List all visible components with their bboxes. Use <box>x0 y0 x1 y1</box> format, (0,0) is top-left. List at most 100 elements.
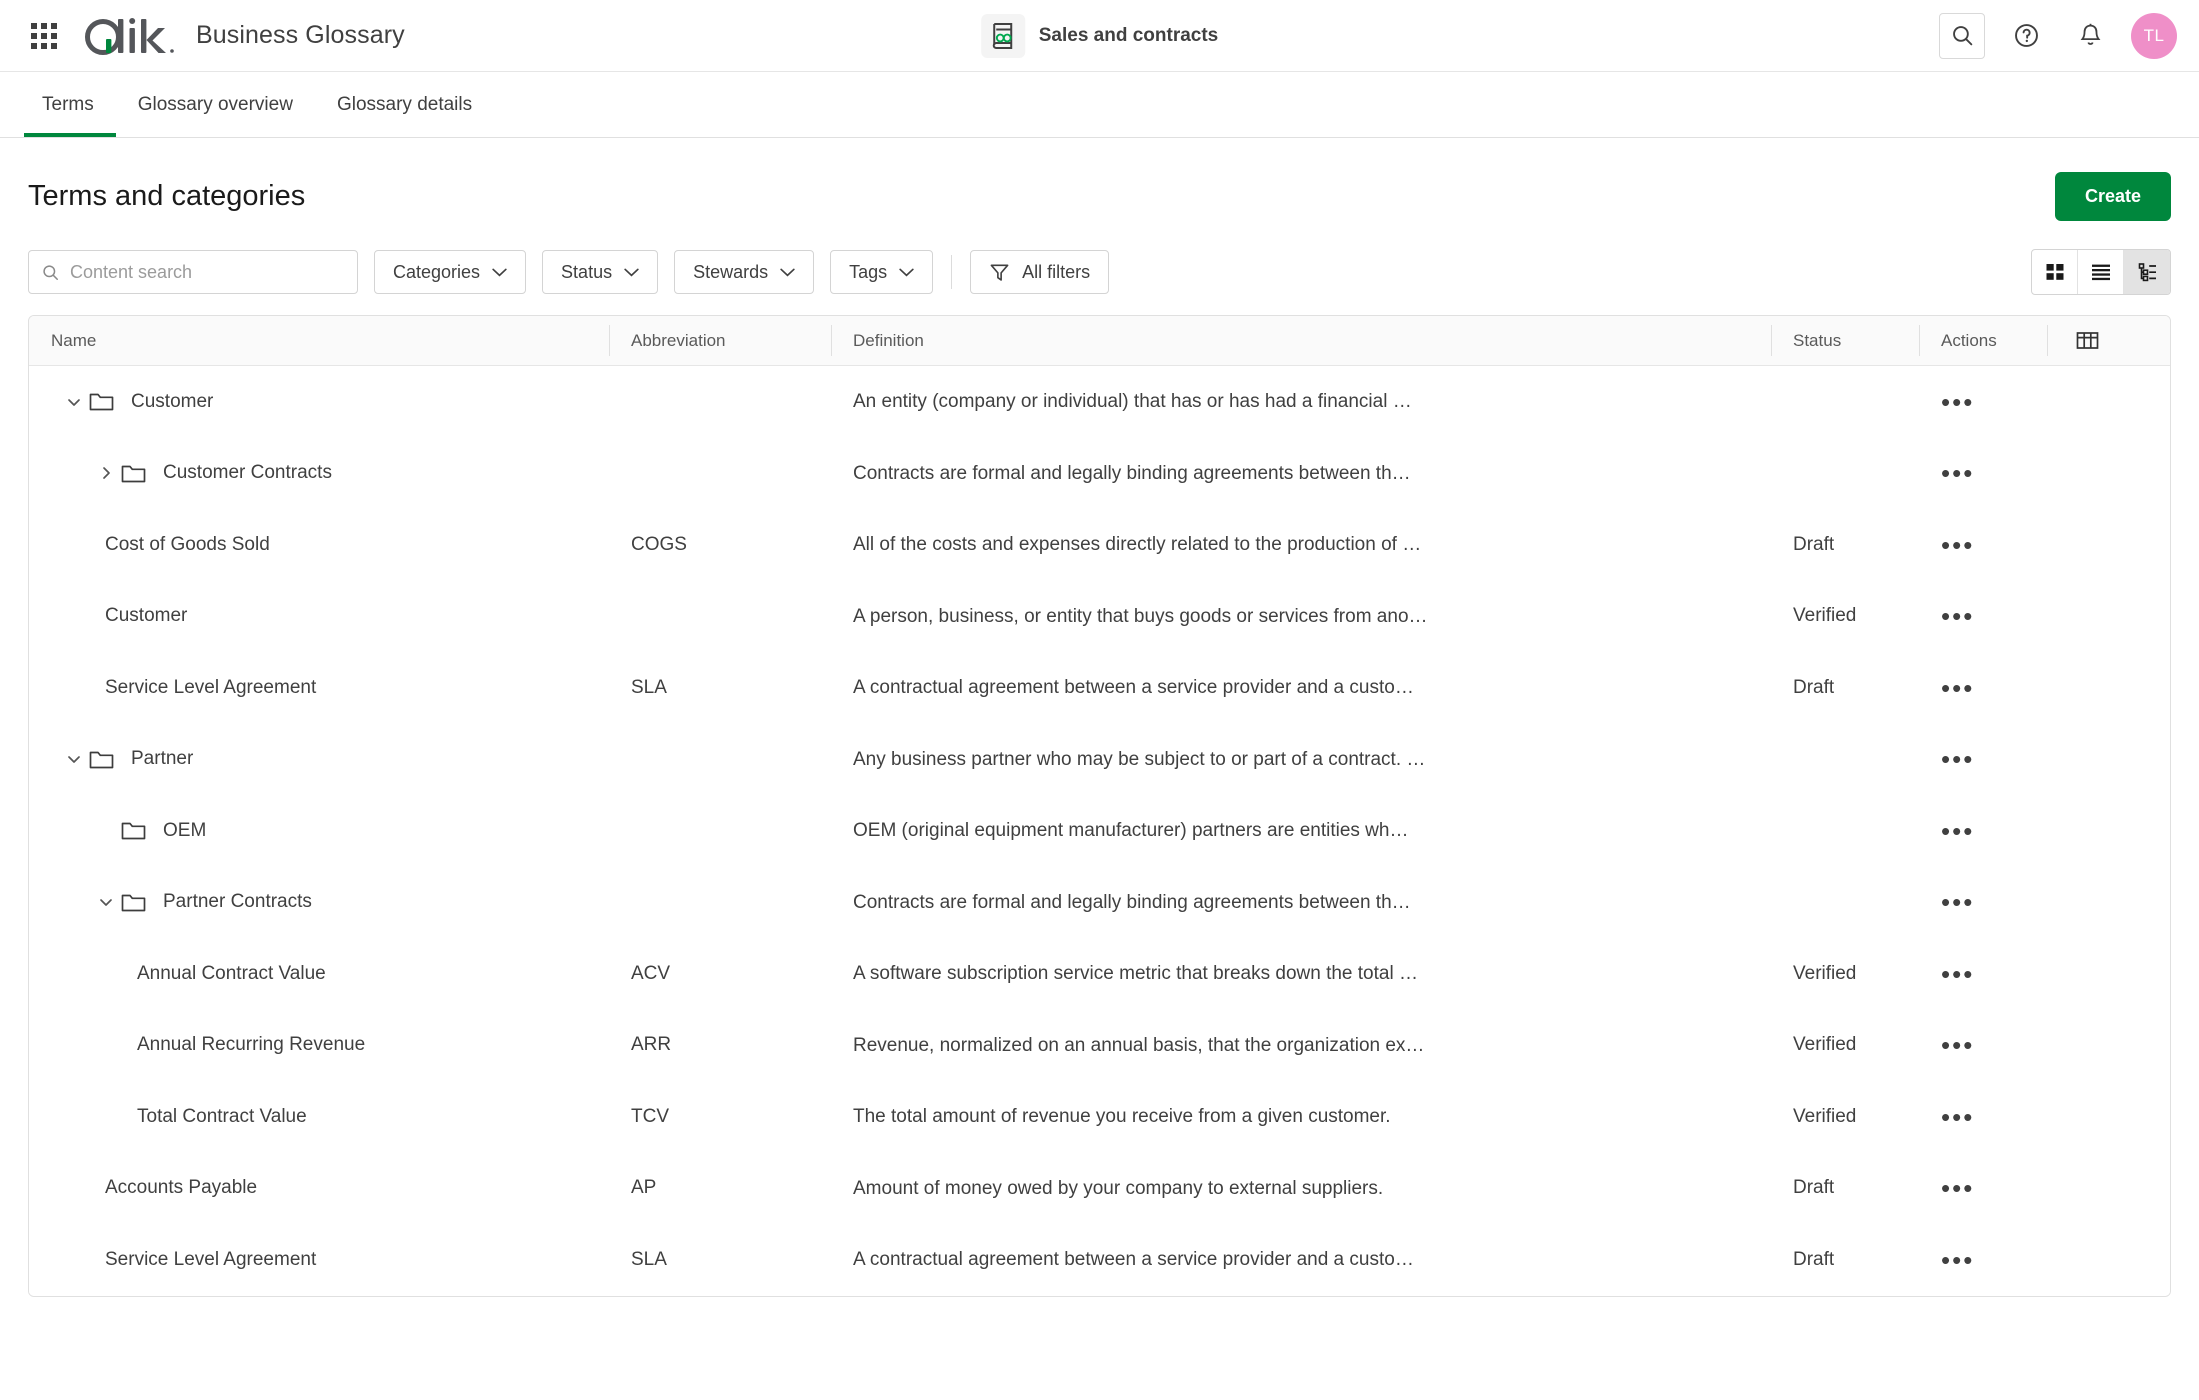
more-horizontal-icon[interactable]: ••• <box>1941 603 1974 629</box>
qlik-logo[interactable] <box>82 14 178 58</box>
status-badge <box>1771 438 1919 510</box>
tree-toggle[interactable] <box>59 387 89 417</box>
view-tree-button[interactable] <box>2124 250 2170 294</box>
search-icon <box>43 264 58 280</box>
user-avatar[interactable]: TL <box>2131 12 2177 59</box>
row-name-label[interactable]: Total Contract Value <box>137 1106 307 1128</box>
tab-glossary-details-label: Glossary details <box>336 93 473 115</box>
list-view-icon <box>2091 264 2110 281</box>
search-input[interactable] <box>70 261 345 283</box>
more-horizontal-icon[interactable]: ••• <box>1941 389 1974 415</box>
cell-actions: ••• <box>1919 509 2047 581</box>
more-horizontal-icon[interactable]: ••• <box>1941 1032 1974 1058</box>
column-header-status[interactable]: Status <box>1771 316 1919 365</box>
more-horizontal-icon[interactable]: ••• <box>1941 889 1974 915</box>
more-horizontal-icon[interactable]: ••• <box>1941 675 1974 701</box>
all-filters-button[interactable]: All filters <box>970 250 1110 294</box>
row-name-label[interactable]: Customer <box>105 605 187 627</box>
table-row[interactable]: Annual Contract Value ACV A software subsc… <box>29 938 2170 1010</box>
app-launcher-button[interactable] <box>22 14 66 58</box>
help-button[interactable] <box>2003 13 2049 59</box>
cell-spacer <box>2047 938 2127 1010</box>
filter-stewards-button[interactable]: Stewards <box>674 250 815 294</box>
cell-abbreviation <box>609 581 831 653</box>
cell-abbreviation: SLA <box>631 676 667 698</box>
more-horizontal-icon[interactable]: ••• <box>1941 961 1974 987</box>
cell-abbreviation: SLA <box>631 1248 667 1270</box>
row-name-label[interactable]: Service Level Agreement <box>105 677 316 699</box>
row-name-label[interactable]: Annual Recurring Revenue <box>137 1034 365 1056</box>
more-horizontal-icon[interactable]: ••• <box>1941 460 1974 486</box>
status-badge: Verified <box>1793 962 1857 984</box>
view-grid-button[interactable] <box>2032 250 2078 294</box>
row-name-label[interactable]: Partner <box>131 748 193 770</box>
row-name-label[interactable]: Partner Contracts <box>163 891 312 913</box>
table-row[interactable]: Cost of Goods Sold COGS All of the costs a… <box>29 509 2170 581</box>
more-horizontal-icon[interactable]: ••• <box>1941 746 1974 772</box>
table-row[interactable]: Customer A person, business, or entity th… <box>29 581 2170 653</box>
view-list-button[interactable] <box>2078 250 2124 294</box>
row-name-label[interactable]: Cost of Goods Sold <box>105 534 270 556</box>
cell-actions: ••• <box>1919 1081 2047 1153</box>
cell-abbreviation: ACV <box>631 962 671 984</box>
cell-actions: ••• <box>1919 795 2047 867</box>
cell-name: Customer Contracts <box>29 438 609 510</box>
filter-tags-button[interactable]: Tags <box>830 250 934 294</box>
row-name-label[interactable]: Annual Contract Value <box>137 963 326 985</box>
table-row[interactable]: Annual Recurring Revenue ARR Revenue, norm… <box>29 1010 2170 1082</box>
cell-definition: An entity (company or individual) that h… <box>853 391 1412 412</box>
cell-definition: Any business partner who may be subject … <box>853 748 1426 770</box>
status-badge: Draft <box>1793 1177 1835 1199</box>
status-badge: Verified <box>1793 1105 1857 1127</box>
table-row[interactable]: Customer An entity (company or individual… <box>29 366 2170 438</box>
chevron-down-icon <box>68 756 80 764</box>
table-row[interactable]: OEM OEM (original equipment manufacturer)… <box>29 795 2170 867</box>
content-search-box[interactable] <box>28 250 358 294</box>
cell-spacer <box>2047 795 2127 867</box>
filter-categories-label: Categories <box>393 261 481 282</box>
table-row[interactable]: Total Contract Value TCV The total amount … <box>29 1081 2170 1153</box>
more-horizontal-icon[interactable]: ••• <box>1941 532 1974 558</box>
grid-view-icon <box>2046 264 2063 280</box>
folder-icon <box>121 822 146 840</box>
create-button[interactable]: Create <box>2054 172 2171 221</box>
cell-abbreviation: AP <box>631 1177 657 1199</box>
cell-spacer <box>2047 867 2127 939</box>
table-row[interactable]: Accounts Payable AP Amount of money owed b… <box>29 1153 2170 1225</box>
app-title: Business Glossary <box>196 21 405 49</box>
chevron-right-icon <box>103 467 110 480</box>
notifications-button[interactable] <box>2067 13 2113 59</box>
row-name-label[interactable]: Accounts Payable <box>105 1177 257 1199</box>
column-settings-button[interactable] <box>2047 316 2127 365</box>
more-horizontal-icon[interactable]: ••• <box>1941 1175 1974 1201</box>
more-horizontal-icon[interactable]: ••• <box>1941 1104 1974 1130</box>
column-header-abbreviation[interactable]: Abbreviation <box>609 316 831 365</box>
glossary-name: Sales and contracts <box>1038 24 1219 46</box>
table-row[interactable]: Service Level Agreement SLA A contractual … <box>29 652 2170 724</box>
glossary-context[interactable]: Sales and contracts <box>980 13 1219 58</box>
chevron-down-icon <box>780 268 795 277</box>
row-name-label[interactable]: Customer Contracts <box>163 462 332 484</box>
column-header-definition[interactable]: Definition <box>831 316 1771 365</box>
filter-status-button[interactable]: Status <box>542 250 659 294</box>
tree-toggle[interactable] <box>91 458 121 488</box>
table-row[interactable]: Customer Contracts Contracts are formal a… <box>29 438 2170 510</box>
tree-toggle[interactable] <box>59 744 89 774</box>
tab-terms[interactable]: Terms <box>24 72 116 137</box>
column-header-name[interactable]: Name <box>29 316 609 365</box>
row-name-label[interactable]: Customer <box>131 391 213 413</box>
tree-toggle[interactable] <box>91 887 121 917</box>
search-button[interactable] <box>1939 12 1985 59</box>
row-name-label[interactable]: Service Level Agreement <box>105 1249 316 1271</box>
status-badge <box>1771 795 1919 867</box>
table-row[interactable]: Partner Contracts Contracts are formal an… <box>29 867 2170 939</box>
table-row[interactable]: Partner Any business partner who may be s… <box>29 724 2170 796</box>
more-horizontal-icon[interactable]: ••• <box>1941 1247 1974 1273</box>
row-name-label[interactable]: OEM <box>163 820 206 842</box>
table-row[interactable]: Service Level Agreement SLA A contractual … <box>29 1224 2170 1296</box>
tab-glossary-details[interactable]: Glossary details <box>315 72 494 137</box>
more-horizontal-icon[interactable]: ••• <box>1941 818 1974 844</box>
tab-glossary-overview[interactable]: Glossary overview <box>116 72 315 137</box>
folder-icon-wrap <box>121 463 151 484</box>
filter-categories-button[interactable]: Categories <box>374 250 527 294</box>
